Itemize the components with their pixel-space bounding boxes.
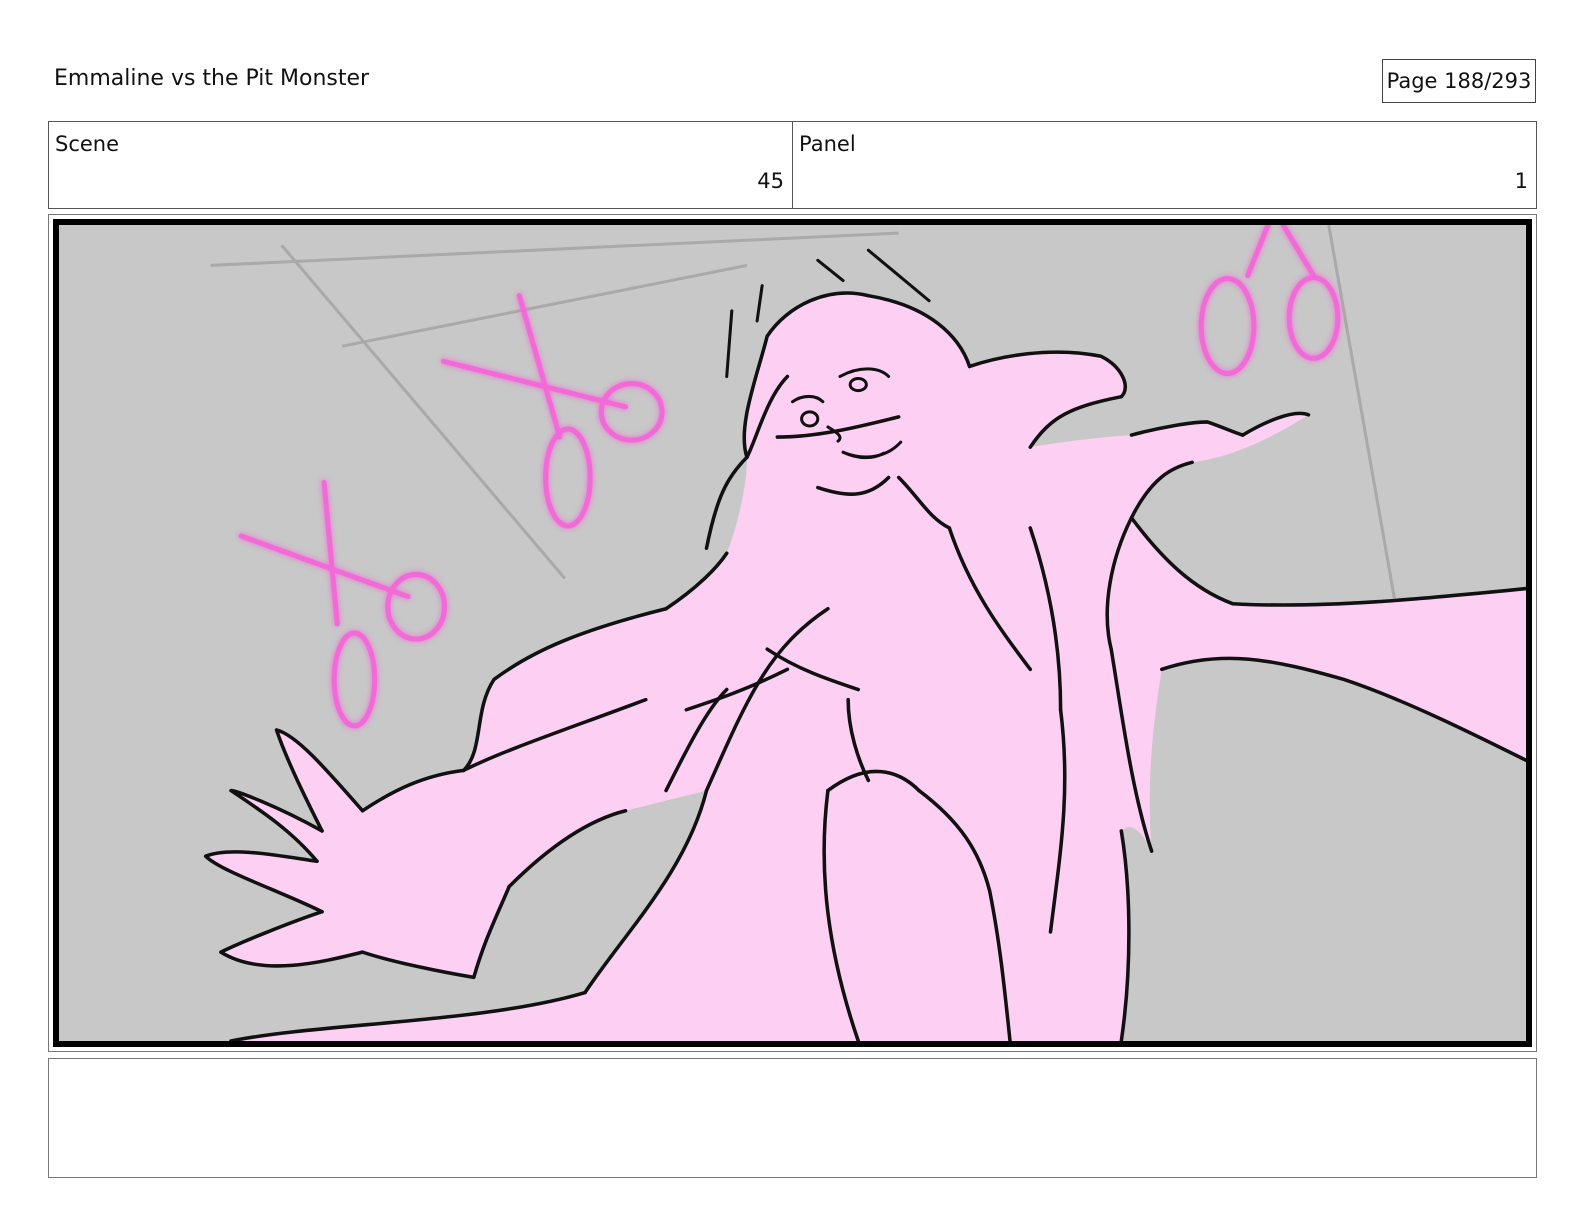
scene-cell: Scene 45 xyxy=(49,122,792,208)
notes-box xyxy=(48,1058,1537,1178)
scene-label: Scene xyxy=(55,132,120,156)
page-indicator: Page 188/293 xyxy=(1382,59,1536,103)
panel-frame xyxy=(53,219,1532,1047)
character-figure xyxy=(205,293,1526,1041)
panel-artwork xyxy=(203,225,1526,1041)
scene-panel-info: Scene 45 Panel 1 xyxy=(48,121,1537,209)
storyboard-title: Emmaline vs the Pit Monster xyxy=(54,66,370,91)
panel-label: Panel xyxy=(799,132,856,156)
scene-number: 45 xyxy=(757,169,784,193)
panel-cell: Panel 1 xyxy=(792,122,1536,208)
panel-number: 1 xyxy=(1514,169,1528,193)
storyboard-panel xyxy=(48,214,1537,1052)
